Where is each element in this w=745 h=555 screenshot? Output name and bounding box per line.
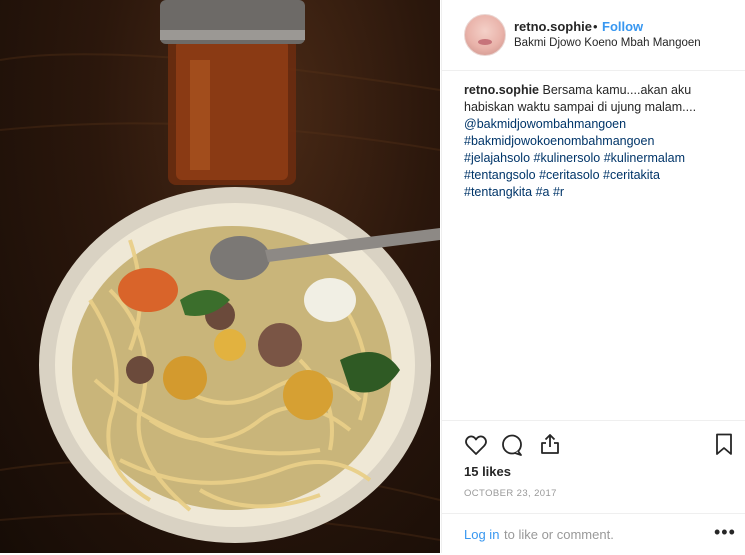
post-username[interactable]: retno.sophie [514,19,592,34]
caption-hashtag[interactable]: #bakmidjowokoenombahmangoen [464,134,654,148]
follow-button[interactable]: Follow [602,19,643,34]
avatar[interactable] [464,14,506,56]
login-prompt-text: to like or comment. [504,527,614,542]
post-location[interactable]: Bakmi Djowo Koeno Mbah Mangoen [514,37,701,49]
caption-hashtag[interactable]: #ceritasolo [539,168,599,182]
caption-mention[interactable]: @bakmidjowombahmangoen [464,117,626,131]
heart-icon[interactable] [464,433,488,457]
more-options-icon[interactable]: ••• [714,522,736,543]
share-icon[interactable] [538,432,562,456]
post-side-panel: retno.sophie • Follow Bakmi Djowo Koeno … [441,0,745,553]
caption-username[interactable]: retno.sophie [464,83,539,97]
caption-hashtag[interactable]: #tentangsolo [464,168,536,182]
post-date: OCTOBER 23, 2017 [464,488,557,499]
bookmark-icon[interactable] [712,432,736,456]
comment-bar: Log in to like or comment. ••• [442,513,745,555]
caption-hashtag[interactable]: #tentangkita [464,185,532,199]
caption-hashtag[interactable]: #a [536,185,550,199]
separator-dot: • [593,19,598,34]
tea-glass [160,0,305,185]
caption: retno.sophie Bersama kamu....akan aku ha… [464,82,734,201]
food-photo-illustration [0,0,440,543]
caption-hashtag[interactable]: #kulinermalam [604,151,685,165]
caption-hashtag[interactable]: #kulinersolo [534,151,601,165]
login-link[interactable]: Log in [464,527,499,542]
post-actions: 15 likes OCTOBER 23, 2017 Log in to like… [442,420,745,554]
post-header: retno.sophie • Follow Bakmi Djowo Koeno … [442,0,745,71]
post-photo[interactable] [0,0,440,553]
comment-bubble-icon[interactable] [500,433,524,457]
likes-count[interactable]: 15 likes [464,464,511,479]
caption-hashtag[interactable]: #r [553,185,564,199]
caption-hashtag[interactable]: #jelajahsolo [464,151,530,165]
caption-hashtag[interactable]: #ceritakita [603,168,660,182]
